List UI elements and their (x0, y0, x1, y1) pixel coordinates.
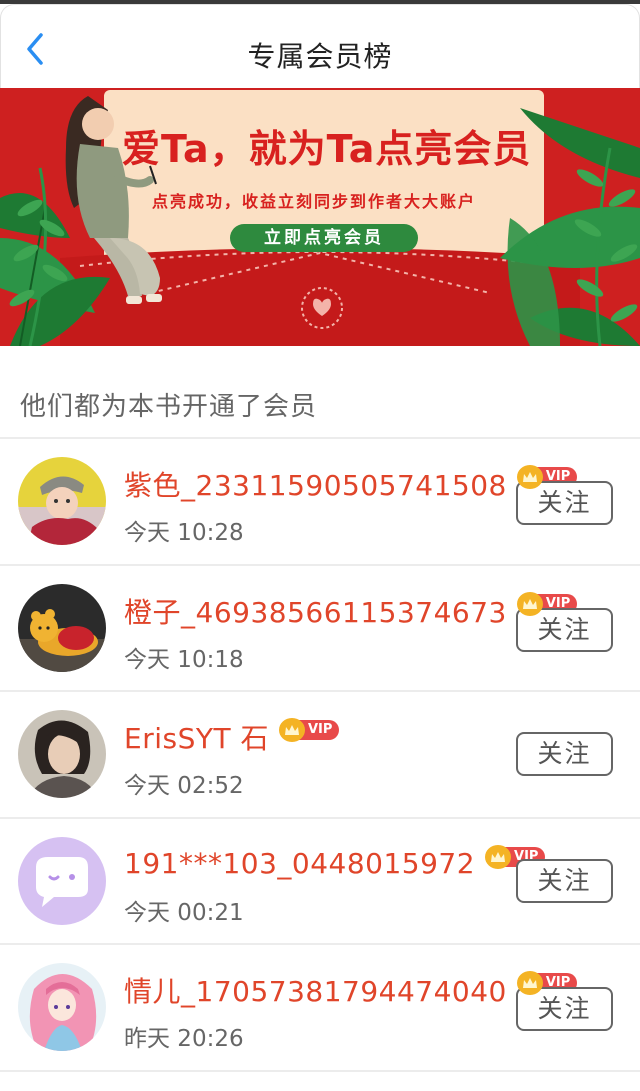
page-title: 专属会员榜 (247, 40, 393, 73)
chat-bubble-icon (18, 836, 106, 925)
baby-photo-icon (18, 457, 106, 545)
avatar[interactable] (18, 836, 106, 925)
member-time: 今天 00:21 (124, 899, 244, 926)
member-time: 今天 02:52 (124, 773, 244, 799)
nav-bar: 专属会员榜 (0, 4, 640, 88)
crown-icon (516, 465, 543, 489)
avatar[interactable] (18, 710, 106, 798)
pooh-plush-icon (18, 583, 106, 672)
member-time: 昨天 20:26 (124, 1026, 244, 1052)
crown-icon (516, 971, 543, 995)
vip-badge: VIP (278, 718, 340, 742)
activate-membership-button[interactable]: 立即点亮会员 (230, 224, 418, 252)
section-title: 他们都为本书开通了会员 (20, 392, 318, 422)
member-name[interactable]: ErisSYT 石 (124, 717, 269, 757)
anime-girl-icon (18, 963, 106, 1051)
list-item[interactable]: 橙子_46938566115374673 VIP 今天 10:18 关注 (0, 566, 640, 692)
member-time: 今天 10:28 (124, 520, 244, 546)
member-name[interactable]: 情儿_17057381794474040 (124, 970, 507, 1010)
follow-button[interactable]: 关注 (516, 858, 613, 903)
member-name-line: ErisSYT 石 VIP (124, 717, 340, 757)
list-item[interactable]: 191***103_0448015972 VIP 今天 00:21 关注 (0, 819, 640, 945)
follow-button[interactable]: 关注 (516, 732, 613, 776)
member-list: 紫色_23311590505741508 VIP 今天 10:28 关注 橙子_… (0, 439, 640, 1072)
promo-banner[interactable]: 爱Ta，就为Ta点亮会员 点亮成功，收益立刻同步到作者大大账户 立即点亮会员 (0, 88, 640, 346)
member-name-line: 橙子_46938566115374673 VIP (124, 591, 578, 631)
member-name-line: 情儿_17057381794474040 VIP (124, 970, 578, 1010)
list-item[interactable]: 情儿_17057381794474040 VIP 昨天 20:26 关注 (0, 945, 640, 1072)
crown-icon (278, 718, 305, 742)
avatar[interactable] (18, 963, 106, 1051)
list-item[interactable]: 紫色_23311590505741508 VIP 今天 10:28 关注 (0, 439, 640, 566)
avatar[interactable] (18, 457, 106, 545)
banner-headline: 爱Ta，就为Ta点亮会员 (122, 127, 532, 171)
member-name-line: 紫色_23311590505741508 VIP (124, 464, 578, 504)
person-portrait-icon (18, 710, 106, 798)
member-name[interactable]: 紫色_23311590505741508 (124, 464, 507, 504)
avatar[interactable] (18, 583, 106, 672)
member-name[interactable]: 橙子_46938566115374673 (124, 591, 507, 631)
crown-icon (516, 591, 543, 616)
list-item[interactable]: ErisSYT 石 VIP 今天 02:52 关注 (0, 692, 640, 819)
crown-icon (485, 844, 512, 869)
banner-subline: 点亮成功，收益立刻同步到作者大大账户 (152, 192, 477, 211)
member-name[interactable]: 191***103_0448015972 (124, 847, 475, 880)
member-time: 今天 10:18 (124, 646, 244, 673)
member-name-line: 191***103_0448015972 VIP (124, 844, 546, 881)
